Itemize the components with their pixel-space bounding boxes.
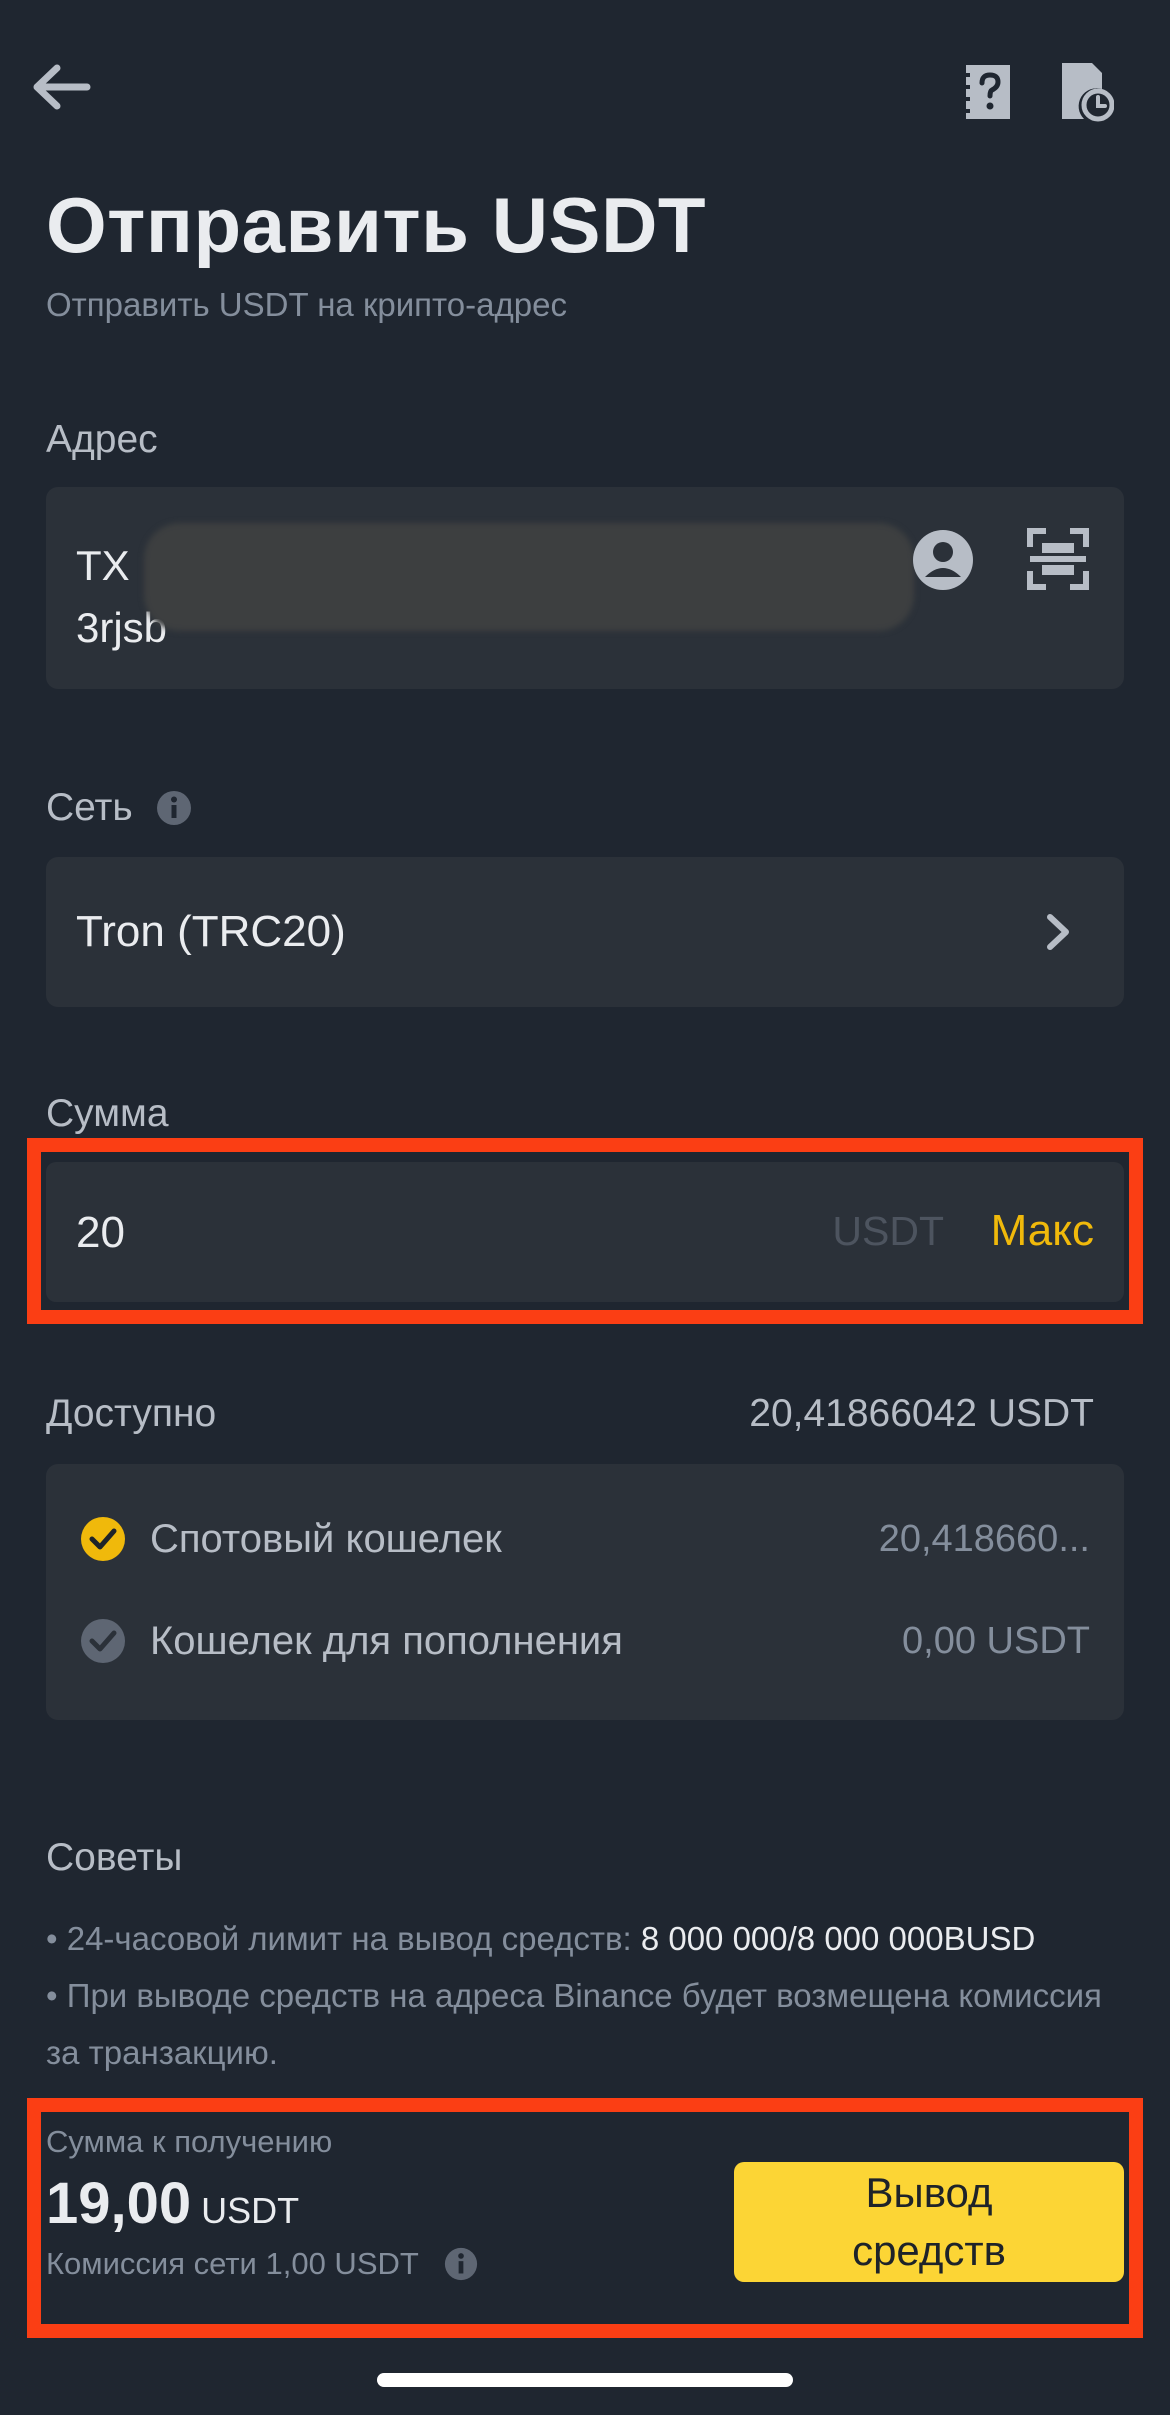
tip-item: • 24-часовой лимит на вывод средств: 8 0… [46,1910,1136,1967]
back-button[interactable] [28,54,94,120]
send-usdt-screen: Отправить USDT Отправить USDT на крипто-… [0,0,1170,2415]
home-indicator[interactable] [377,2373,793,2387]
available-value: 20,41866042 USDT [749,1392,1094,1435]
tips-list: • 24-часовой лимит на вывод средств: 8 0… [46,1910,1136,2117]
scan-qr-icon[interactable] [1026,527,1090,591]
wallet-list: Спотовый кошелек 20,418660... Кошелек дл… [46,1464,1124,1720]
history-button[interactable] [1050,56,1122,128]
tips-title: Советы [46,1836,183,1879]
summary-highlight-frame [27,2098,1143,2338]
network-label-row: Сеть [46,786,193,830]
info-icon[interactable] [155,789,193,827]
wallet-item-funding[interactable]: Кошелек для пополнения 0,00 USDT [80,1618,1090,1664]
amount-label: Сумма [46,1092,169,1135]
check-circle-icon [81,1517,125,1561]
chevron-right-icon [1047,914,1069,950]
available-row: Доступно 20,41866042 USDT [46,1392,1094,1436]
wallet-amount: 20,418660... [878,1517,1090,1560]
address-field[interactable]: TX 3rjsb [46,487,1124,689]
available-label: Доступно [46,1392,217,1435]
wallet-name: Спотовый кошелек [150,1516,502,1561]
history-document-icon [1062,63,1114,122]
wallet-amount: 0,00 USDT [902,1619,1090,1662]
tip-limit-value: 8 000 000/8 000 000BUSD [640,1920,1036,1957]
address-label: Адрес [46,418,158,461]
address-redaction [144,523,914,631]
faq-document-icon [962,65,1010,119]
network-label: Сеть [46,786,133,829]
address-book-icon[interactable] [908,525,978,595]
network-value: Tron (TRC20) [76,907,346,956]
wallet-item-spot[interactable]: Спотовый кошелек 20,418660... [80,1516,1090,1562]
tip-text: • 24-часовой лимит на вывод средств: [46,1920,641,1957]
page-title: Отправить USDT [46,181,707,269]
network-selector[interactable]: Tron (TRC20) [46,857,1124,1007]
wallet-name: Кошелек для пополнения [150,1618,623,1663]
amount-highlight-frame [27,1138,1143,1324]
page-subtitle: Отправить USDT на крипто-адрес [46,286,567,323]
check-circle-icon [81,1619,125,1663]
arrow-left-icon [33,64,91,110]
tip-item: • При выводе средств на адреса Binance б… [46,1977,1102,2071]
faq-button[interactable] [952,56,1024,128]
